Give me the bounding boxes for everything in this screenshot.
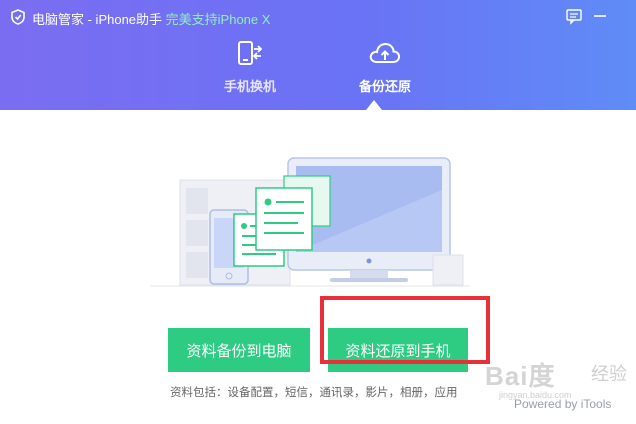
powered-by-text: Powered by iTools	[514, 397, 612, 411]
tab-phone-transfer[interactable]: 手机换机	[205, 40, 295, 108]
support-highlight: 完美支持iPhone X	[165, 12, 271, 27]
backup-illustration	[150, 157, 470, 287]
title-bar: 电脑管家 - iPhone助手 完美支持iPhone X	[0, 0, 636, 34]
minimize-icon[interactable]	[590, 6, 610, 26]
app-name: 电脑管家 - iPhone助手	[32, 12, 166, 27]
tab-label: 备份还原	[358, 79, 411, 94]
tab-label: 手机换机	[223, 79, 276, 94]
restore-to-phone-button[interactable]: 资料还原到手机	[328, 328, 468, 372]
backup-to-pc-button[interactable]: 资料备份到电脑	[168, 328, 310, 372]
tab-backup-restore[interactable]: 备份还原	[340, 40, 430, 108]
shield-logo-icon	[11, 9, 25, 25]
data-includes-text: 资料包括：设备配置，短信，通讯录，影片，相册，应用	[170, 387, 458, 399]
header-bar: 电脑管家 - iPhone助手 完美支持iPhone X 手机换机 备份还原	[0, 0, 636, 110]
watermark-jingyan: 经验	[591, 364, 627, 384]
active-tab-indicator	[366, 100, 382, 110]
feedback-icon[interactable]	[564, 6, 584, 26]
cloud-upload-icon	[369, 42, 401, 63]
phone-transfer-icon	[238, 41, 263, 65]
watermark-logo: Bai度	[485, 361, 556, 391]
window-title: 电脑管家 - iPhone助手 完美支持iPhone X	[32, 9, 270, 28]
